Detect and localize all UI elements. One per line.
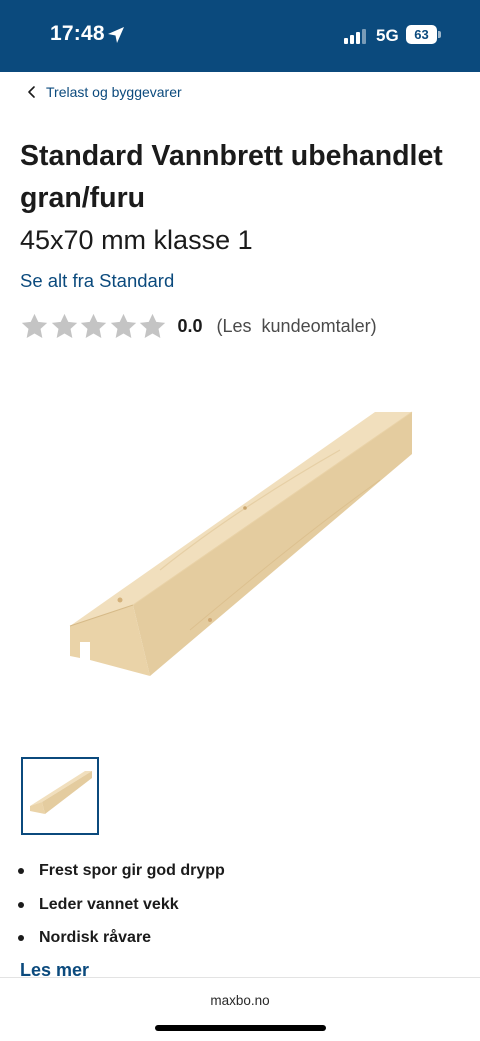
wood-plank-thumbnail xyxy=(30,771,92,814)
rating-row[interactable]: 0.0 (Les kundeomtaler) xyxy=(20,311,377,341)
chevron-left-icon xyxy=(28,86,35,98)
star-icon xyxy=(139,313,166,338)
star-icon xyxy=(110,313,136,338)
signal-bars-icon xyxy=(344,28,368,44)
status-time: 17:48 xyxy=(50,22,105,45)
feature-text: Nordisk råvare xyxy=(39,929,152,946)
rating-value: 0.0 xyxy=(177,315,203,336)
breadcrumb-label[interactable]: Trelast og byggevarer xyxy=(46,84,182,100)
thumbnail-image[interactable] xyxy=(21,757,99,835)
feature-item: Frest spor gir god drypp xyxy=(18,858,225,892)
feature-text: Leder vannet vekk xyxy=(39,895,179,913)
battery-nub xyxy=(438,31,441,38)
feature-item: Leder vannet vekk xyxy=(18,892,225,926)
wood-plank-illustration xyxy=(69,411,413,676)
brand-link[interactable]: Se alt fra Standard xyxy=(20,270,174,292)
feature-list: Frest spor gir god drypp Leder vannet ve… xyxy=(18,858,225,959)
battery-icon: 63 xyxy=(406,25,437,44)
url-label[interactable]: maxbo.no xyxy=(0,993,480,1008)
bullet-icon xyxy=(18,868,24,874)
star-icon xyxy=(80,313,107,338)
feature-item: Nordisk råvare xyxy=(18,925,225,959)
rating-stars xyxy=(20,312,168,341)
product-subtitle: 45x70 mm klasse 1 xyxy=(20,225,253,255)
product-title: Standard Vannbrett ubehandlet gran/furu xyxy=(20,140,443,214)
browser-address-bar[interactable]: maxbo.no xyxy=(0,977,480,1041)
network-label: 5G xyxy=(376,26,399,45)
home-indicator[interactable] xyxy=(155,1025,326,1031)
reviews-link[interactable]: (Les kundeomtaler) xyxy=(217,316,377,337)
battery-level: 63 xyxy=(414,27,429,42)
status-bar: 17:48 5G 63 xyxy=(0,0,480,72)
star-icon xyxy=(21,313,48,338)
star-icon xyxy=(51,313,77,338)
location-arrow-icon xyxy=(108,27,124,43)
breadcrumb[interactable]: Trelast og byggevarer xyxy=(26,84,182,100)
bullet-icon xyxy=(18,901,24,908)
feature-text: Frest spor gir god drypp xyxy=(39,862,225,879)
bullet-icon xyxy=(18,935,24,941)
product-image[interactable] xyxy=(40,380,440,710)
